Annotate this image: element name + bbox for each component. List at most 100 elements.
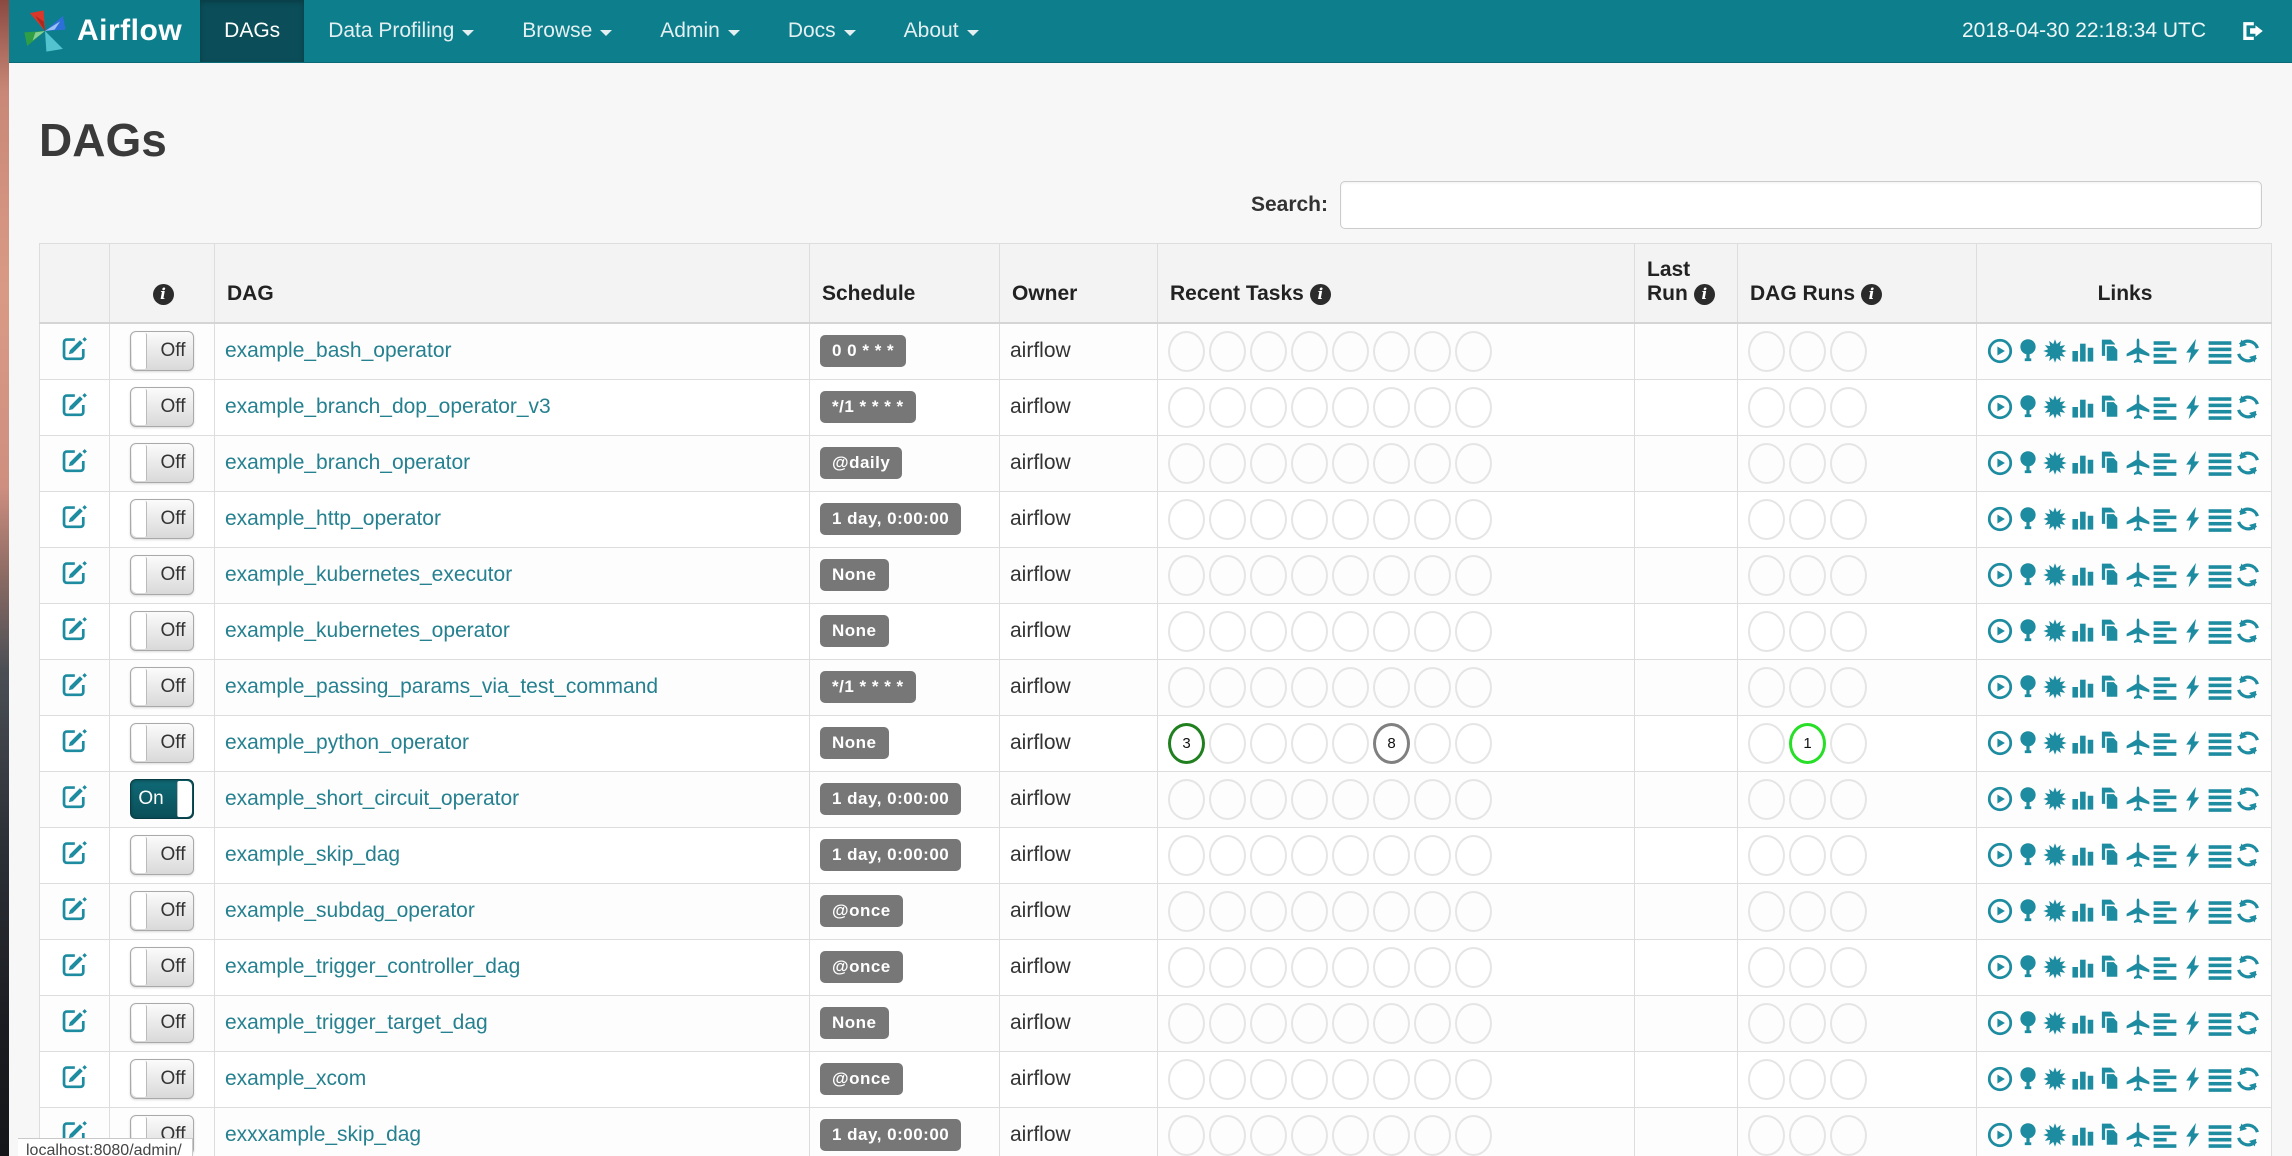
graph-view-icon[interactable]	[2042, 506, 2068, 532]
code-view-icon[interactable]	[2180, 842, 2206, 868]
code-view-icon[interactable]	[2180, 450, 2206, 476]
dag-pause-toggle[interactable]: Off	[130, 1059, 194, 1099]
code-view-icon[interactable]	[2180, 618, 2206, 644]
landing-times-icon[interactable]	[2125, 562, 2151, 588]
dag-pause-toggle[interactable]: Off	[130, 667, 194, 707]
refresh-icon[interactable]	[2235, 338, 2261, 364]
gantt-view-icon[interactable]	[2152, 1066, 2178, 1092]
task-duration-icon[interactable]	[2070, 954, 2096, 980]
refresh-icon[interactable]	[2235, 450, 2261, 476]
gantt-view-icon[interactable]	[2152, 1010, 2178, 1036]
logs-icon[interactable]	[2207, 842, 2233, 868]
edit-dag-icon[interactable]	[61, 447, 88, 474]
task-tries-icon[interactable]	[2097, 394, 2123, 420]
trigger-dag-icon[interactable]	[1987, 618, 2013, 644]
tree-view-icon[interactable]	[2015, 1122, 2041, 1148]
task-duration-icon[interactable]	[2070, 1010, 2096, 1036]
landing-times-icon[interactable]	[2125, 898, 2151, 924]
graph-view-icon[interactable]	[2042, 1122, 2068, 1148]
logs-icon[interactable]	[2207, 450, 2233, 476]
tree-view-icon[interactable]	[2015, 450, 2041, 476]
refresh-icon[interactable]	[2235, 1066, 2261, 1092]
refresh-icon[interactable]	[2235, 674, 2261, 700]
graph-view-icon[interactable]	[2042, 562, 2068, 588]
task-duration-icon[interactable]	[2070, 898, 2096, 924]
edit-dag-icon[interactable]	[61, 615, 88, 642]
gantt-view-icon[interactable]	[2152, 450, 2178, 476]
tree-view-icon[interactable]	[2015, 506, 2041, 532]
tree-view-icon[interactable]	[2015, 898, 2041, 924]
dag-name-link[interactable]: example_branch_operator	[225, 451, 470, 474]
task-duration-icon[interactable]	[2070, 394, 2096, 420]
logs-icon[interactable]	[2207, 394, 2233, 420]
airflow-brand[interactable]: Airflow	[9, 0, 200, 62]
task-tries-icon[interactable]	[2097, 338, 2123, 364]
trigger-dag-icon[interactable]	[1987, 842, 2013, 868]
tree-view-icon[interactable]	[2015, 674, 2041, 700]
code-view-icon[interactable]	[2180, 338, 2206, 364]
logs-icon[interactable]	[2207, 730, 2233, 756]
edit-dag-icon[interactable]	[61, 503, 88, 530]
task-tries-icon[interactable]	[2097, 618, 2123, 644]
tree-view-icon[interactable]	[2015, 562, 2041, 588]
nav-item-about[interactable]: About	[880, 0, 1003, 62]
gantt-view-icon[interactable]	[2152, 338, 2178, 365]
trigger-dag-icon[interactable]	[1987, 1010, 2013, 1036]
code-view-icon[interactable]	[2180, 730, 2206, 756]
task-duration-icon[interactable]	[2070, 338, 2096, 364]
trigger-dag-icon[interactable]	[1987, 898, 2013, 924]
dag-pause-toggle[interactable]: Off	[130, 835, 194, 875]
dag-pause-toggle[interactable]: Off	[130, 891, 194, 931]
nav-item-browse[interactable]: Browse	[498, 0, 636, 62]
dag-pause-toggle[interactable]: Off	[130, 331, 194, 372]
graph-view-icon[interactable]	[2042, 394, 2068, 420]
trigger-dag-icon[interactable]	[1987, 730, 2013, 756]
code-view-icon[interactable]	[2180, 1066, 2206, 1092]
edit-dag-icon[interactable]	[61, 391, 88, 418]
code-view-icon[interactable]	[2180, 786, 2206, 812]
task-duration-icon[interactable]	[2070, 1066, 2096, 1092]
status-count-circle[interactable]: 8	[1373, 722, 1410, 764]
code-view-icon[interactable]	[2180, 674, 2206, 700]
gantt-view-icon[interactable]	[2152, 730, 2178, 756]
landing-times-icon[interactable]	[2125, 842, 2151, 868]
task-tries-icon[interactable]	[2097, 506, 2123, 532]
trigger-dag-icon[interactable]	[1987, 338, 2013, 364]
code-view-icon[interactable]	[2180, 1122, 2206, 1148]
task-tries-icon[interactable]	[2097, 786, 2123, 812]
landing-times-icon[interactable]	[2125, 1010, 2151, 1036]
refresh-icon[interactable]	[2235, 898, 2261, 924]
graph-view-icon[interactable]	[2042, 898, 2068, 924]
edit-dag-icon[interactable]	[61, 783, 88, 810]
logs-icon[interactable]	[2207, 786, 2233, 812]
task-duration-icon[interactable]	[2070, 674, 2096, 700]
refresh-icon[interactable]	[2235, 618, 2261, 644]
code-view-icon[interactable]	[2180, 954, 2206, 980]
logs-icon[interactable]	[2207, 674, 2233, 700]
gantt-view-icon[interactable]	[2152, 954, 2178, 980]
code-view-icon[interactable]	[2180, 394, 2206, 420]
tree-view-icon[interactable]	[2015, 842, 2041, 868]
nav-item-docs[interactable]: Docs	[764, 0, 880, 62]
logs-icon[interactable]	[2207, 506, 2233, 532]
task-duration-icon[interactable]	[2070, 786, 2096, 812]
logs-icon[interactable]	[2207, 1122, 2233, 1148]
dag-name-link[interactable]: example_passing_params_via_test_command	[225, 675, 658, 698]
logs-icon[interactable]	[2207, 1010, 2233, 1036]
trigger-dag-icon[interactable]	[1987, 954, 2013, 980]
trigger-dag-icon[interactable]	[1987, 786, 2013, 812]
dag-pause-toggle[interactable]: Off	[130, 611, 194, 651]
landing-times-icon[interactable]	[2125, 1122, 2151, 1148]
landing-times-icon[interactable]	[2125, 506, 2151, 532]
graph-view-icon[interactable]	[2042, 730, 2068, 756]
task-duration-icon[interactable]	[2070, 506, 2096, 532]
task-tries-icon[interactable]	[2097, 450, 2123, 476]
dag-name-link[interactable]: example_bash_operator	[225, 339, 452, 362]
task-tries-icon[interactable]	[2097, 1122, 2123, 1148]
dag-pause-toggle[interactable]: Off	[130, 443, 194, 483]
edit-dag-icon[interactable]	[61, 839, 88, 866]
edit-dag-icon[interactable]	[61, 335, 88, 362]
dag-pause-toggle[interactable]: Off	[130, 947, 194, 987]
tree-view-icon[interactable]	[2015, 618, 2041, 644]
trigger-dag-icon[interactable]	[1987, 506, 2013, 532]
